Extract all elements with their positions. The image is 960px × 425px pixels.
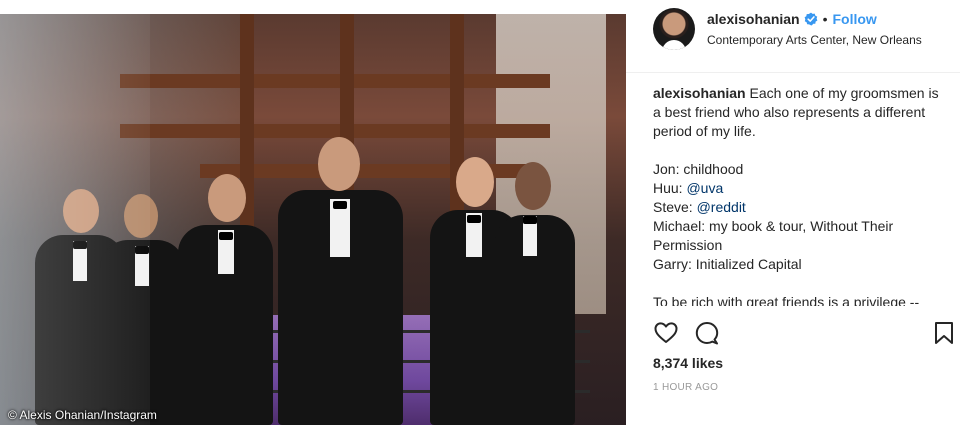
avatar[interactable] xyxy=(653,8,695,50)
username-row: alexisohanian • Follow xyxy=(707,11,877,27)
post-details-panel: alexisohanian • Follow Contemporary Arts… xyxy=(626,0,960,425)
heart-icon[interactable] xyxy=(653,320,679,346)
caption-intro: alexisohanian Each one of my groomsmen i… xyxy=(653,85,939,139)
caption-line: Jon: childhood xyxy=(653,161,744,177)
photo-person xyxy=(495,160,575,425)
username-link[interactable]: alexisohanian xyxy=(707,11,800,27)
post-photo[interactable]: © Alexis Ohanian/Instagram xyxy=(0,14,626,425)
photo-person xyxy=(278,135,403,425)
follow-button[interactable]: Follow xyxy=(833,11,877,27)
caption-line: Steve: @reddit xyxy=(653,199,746,215)
photo-person xyxy=(178,170,273,425)
caption-line: Huu: @uva xyxy=(653,180,724,196)
caption-line: Garry: Initialized Capital xyxy=(653,256,802,272)
photo-glass-overlay xyxy=(0,14,150,425)
post-caption: alexisohanian Each one of my groomsmen i… xyxy=(653,84,948,306)
bookmark-icon[interactable] xyxy=(931,320,957,346)
caption-line: Michael: my book & tour, Without Their P… xyxy=(653,218,894,253)
post-actions xyxy=(653,320,953,346)
caption-username[interactable]: alexisohanian xyxy=(653,85,746,101)
likes-count[interactable]: 8,374 likes xyxy=(653,355,723,371)
photo-credit: © Alexis Ohanian/Instagram xyxy=(8,408,157,422)
caption-closing: To be rich with great friends is a privi… xyxy=(653,294,920,306)
location-link[interactable]: Contemporary Arts Center, New Orleans xyxy=(707,33,922,47)
verified-badge-icon xyxy=(804,12,817,26)
post-header: alexisohanian • Follow Contemporary Arts… xyxy=(626,0,960,73)
mention-link[interactable]: @uva xyxy=(686,180,723,196)
mention-link[interactable]: @reddit xyxy=(697,199,746,215)
post-timestamp[interactable]: 1 HOUR AGO xyxy=(653,382,718,393)
photo-beam xyxy=(120,74,550,88)
separator-dot: • xyxy=(822,11,828,27)
comment-icon[interactable] xyxy=(694,320,720,346)
